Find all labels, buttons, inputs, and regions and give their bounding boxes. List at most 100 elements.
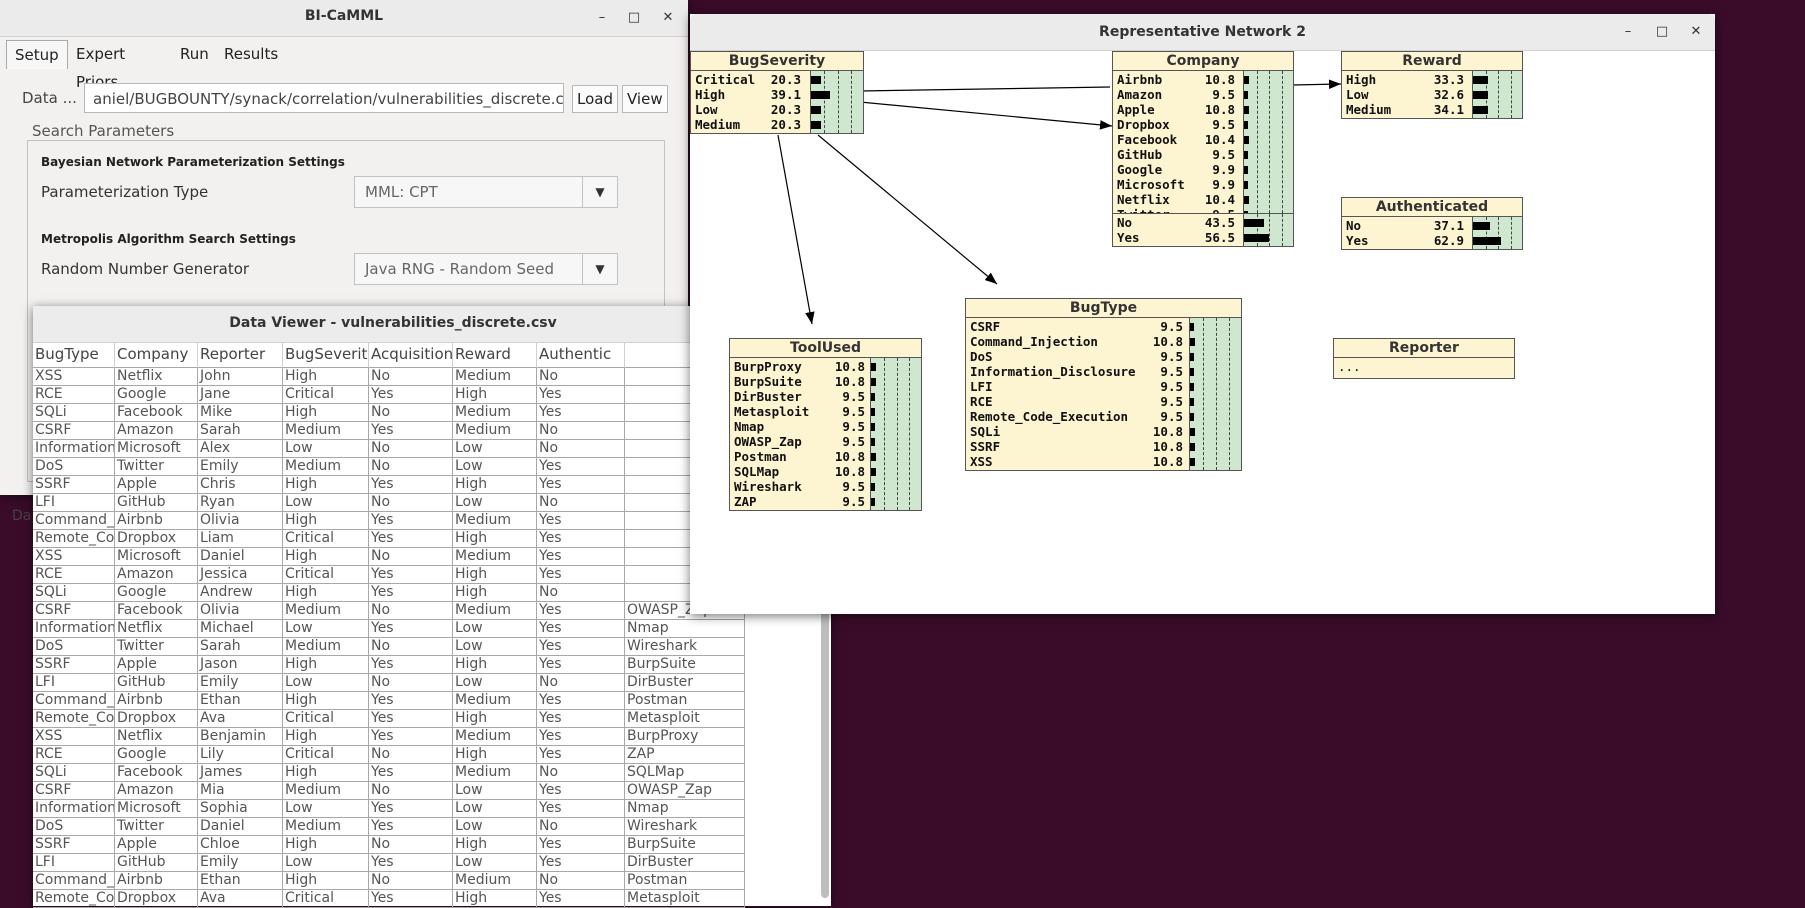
table-row[interactable]: XSS Netflix Benjamin High Yes Medium Yes BurpPr… <box>33 728 818 746</box>
tab-setup[interactable]: Setup <box>6 40 68 69</box>
table-cell[interactable]: No <box>537 872 625 890</box>
table-cell[interactable]: Medium <box>453 404 537 422</box>
table-row[interactable]: SSRF Apple Jason High Yes High Yes BurpSuite <box>33 656 818 674</box>
table-cell[interactable]: Medium <box>453 512 537 530</box>
table-row[interactable]: Remote_Co...DropboxAvaCriticalYesHighYes… <box>33 890 818 908</box>
table-row[interactable]: Information...MicrosoftSophiaLowYesLowYe… <box>33 800 818 818</box>
table-cell[interactable]: SQLi <box>33 584 115 602</box>
table-cell[interactable]: Benjamin <box>198 728 283 746</box>
table-cell[interactable]: Yes <box>369 620 453 638</box>
table-cell[interactable]: No <box>537 818 625 836</box>
table-cell[interactable]: BurpProxy <box>625 728 745 746</box>
table-cell[interactable]: Yes <box>537 458 625 476</box>
maximize-icon[interactable]: □ <box>622 6 646 30</box>
table-cell[interactable]: No <box>537 440 625 458</box>
table-cell[interactable]: Daniel <box>198 548 283 566</box>
table-cell[interactable]: Yes <box>537 710 625 728</box>
minimize-icon[interactable]: – <box>590 6 614 30</box>
table-cell[interactable]: No <box>369 440 453 458</box>
table-cell[interactable]: High <box>453 710 537 728</box>
table-cell[interactable]: SQLi <box>33 404 115 422</box>
table-cell[interactable]: High <box>453 656 537 674</box>
table-cell[interactable]: RCE <box>33 566 115 584</box>
table-cell[interactable]: Remote_Co... <box>33 890 115 908</box>
table-cell[interactable]: High <box>453 530 537 548</box>
table-cell[interactable]: No <box>369 674 453 692</box>
table-cell[interactable]: Dropbox <box>115 530 198 548</box>
table-cell[interactable]: Sarah <box>198 638 283 656</box>
table-cell[interactable]: Jessica <box>198 566 283 584</box>
table-cell[interactable]: DoS <box>33 818 115 836</box>
table-cell[interactable]: Liam <box>198 530 283 548</box>
tab-expert-priors[interactable]: Expert Priors <box>68 40 133 91</box>
table-cell[interactable]: RCE <box>33 386 115 404</box>
table-cell[interactable]: No <box>369 602 453 620</box>
table-cell[interactable]: Low <box>453 638 537 656</box>
table-cell[interactable]: Yes <box>537 620 625 638</box>
table-cell[interactable]: No <box>369 872 453 890</box>
table-cell[interactable]: SSRF <box>33 836 115 854</box>
node-authenticated[interactable]: Authenticated No 37.1 Yes 62.9 <box>1341 197 1523 250</box>
table-cell[interactable]: Nmap <box>625 620 745 638</box>
table-row[interactable]: DoS Twitter Daniel Medium Yes Low No Wireshark <box>33 818 818 836</box>
table-cell[interactable]: Yes <box>537 476 625 494</box>
table-cell[interactable]: Wireshark <box>625 818 745 836</box>
view-button[interactable]: View <box>622 85 668 113</box>
table-cell[interactable]: CSRF <box>33 782 115 800</box>
column-header[interactable]: Company <box>115 342 198 368</box>
table-cell[interactable]: Nmap <box>625 800 745 818</box>
table-cell[interactable]: Yes <box>369 728 453 746</box>
table-cell[interactable]: Netflix <box>115 728 198 746</box>
table-cell[interactable]: No <box>369 404 453 422</box>
table-cell[interactable]: Yes <box>537 530 625 548</box>
table-row[interactable]: Remote_Co...DropboxAvaCriticalYesHighYes… <box>33 710 818 728</box>
table-cell[interactable]: No <box>369 368 453 386</box>
table-cell[interactable]: Apple <box>115 836 198 854</box>
table-cell[interactable]: Low <box>283 800 369 818</box>
table-cell[interactable]: High <box>453 476 537 494</box>
table-row[interactable]: Information...NetflixMichaelLowYesLowYes… <box>33 620 818 638</box>
table-cell[interactable]: Information... <box>33 800 115 818</box>
table-cell[interactable]: Yes <box>537 386 625 404</box>
table-row[interactable]: CSRF Amazon Mia Medium No Low Yes OWASP_Zap <box>33 782 818 800</box>
table-cell[interactable]: Ethan <box>198 872 283 890</box>
minimize-icon[interactable]: – <box>1616 20 1640 44</box>
table-cell[interactable]: Twitter <box>115 458 198 476</box>
table-cell[interactable]: Low <box>283 620 369 638</box>
column-header[interactable]: Reward <box>453 342 537 368</box>
table-cell[interactable]: Critical <box>283 890 369 908</box>
network-canvas[interactable]: BugSeverity Critical 20.3 High 39.1 Low 20.3 Me… <box>690 51 1715 614</box>
table-cell[interactable]: Critical <box>283 530 369 548</box>
table-cell[interactable]: Low <box>453 620 537 638</box>
table-cell[interactable]: Ethan <box>198 692 283 710</box>
table-cell[interactable]: High <box>453 890 537 908</box>
table-cell[interactable]: Yes <box>369 512 453 530</box>
table-cell[interactable]: Yes <box>369 764 453 782</box>
table-cell[interactable]: XSS <box>33 728 115 746</box>
node-bugtype[interactable]: BugType CSRF 9.5 Command_Injection 10.8 DoS 9.… <box>965 298 1242 471</box>
table-cell[interactable]: High <box>453 584 537 602</box>
table-cell[interactable]: Yes <box>369 530 453 548</box>
table-cell[interactable]: Yes <box>369 476 453 494</box>
table-cell[interactable]: Facebook <box>115 602 198 620</box>
table-cell[interactable]: High <box>283 836 369 854</box>
table-cell[interactable]: Low <box>453 818 537 836</box>
table-cell[interactable]: Wireshark <box>625 638 745 656</box>
table-cell[interactable]: Yes <box>537 656 625 674</box>
table-cell[interactable]: High <box>283 764 369 782</box>
table-cell[interactable]: DoS <box>33 638 115 656</box>
table-cell[interactable]: Yes <box>369 584 453 602</box>
rng-select[interactable]: Java RNG - Random Seed ▼ <box>354 253 618 285</box>
table-cell[interactable]: BurpSuite <box>625 836 745 854</box>
table-cell[interactable]: No <box>369 494 453 512</box>
table-cell[interactable]: Postman <box>625 872 745 890</box>
table-cell[interactable]: GitHub <box>115 674 198 692</box>
table-cell[interactable]: Metasploit <box>625 710 745 728</box>
column-header[interactable]: Reporter <box>198 342 283 368</box>
table-cell[interactable]: DoS <box>33 458 115 476</box>
table-cell[interactable]: Yes <box>537 854 625 872</box>
load-button[interactable]: Load <box>572 85 618 113</box>
table-cell[interactable]: DirBuster <box>625 674 745 692</box>
table-cell[interactable]: Sophia <box>198 800 283 818</box>
table-cell[interactable]: Remote_Co... <box>33 530 115 548</box>
